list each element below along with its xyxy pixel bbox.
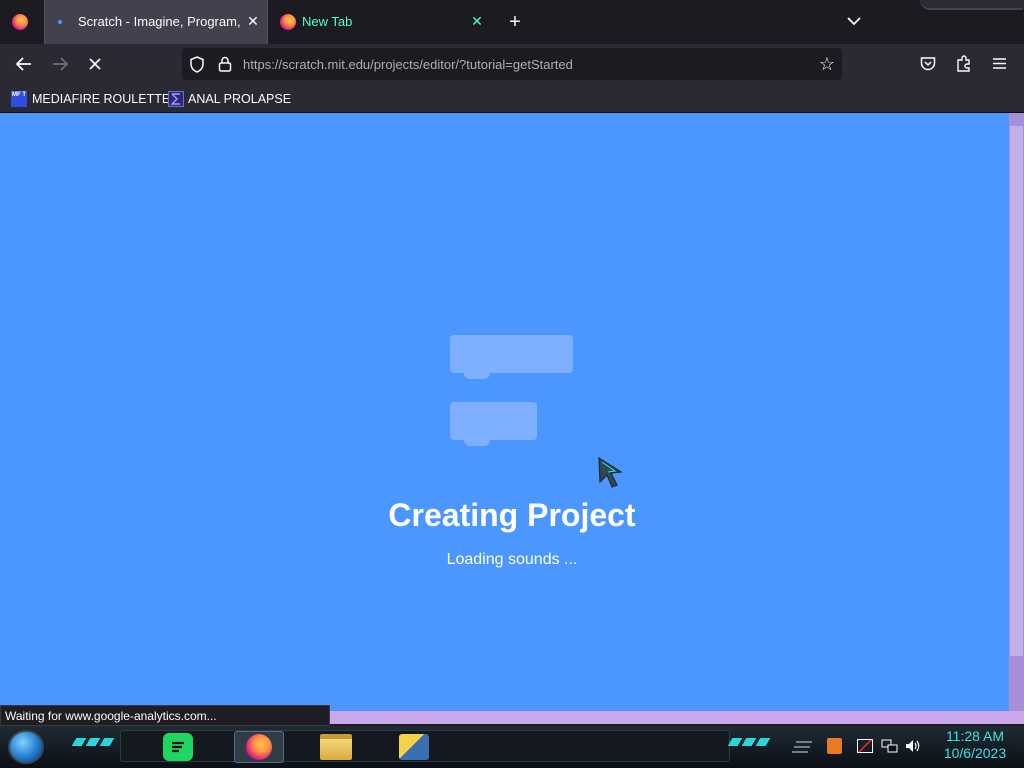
horizontal-scrollbar[interactable] bbox=[330, 711, 1024, 724]
taskbar-file-explorer[interactable] bbox=[316, 731, 356, 763]
taskbar-python-app[interactable] bbox=[392, 731, 436, 763]
volume-tray-icon[interactable] bbox=[904, 738, 922, 754]
vertical-scrollbar-thumb[interactable] bbox=[1010, 126, 1023, 656]
loading-dot-icon bbox=[58, 20, 62, 24]
close-tab-icon[interactable]: ✕ bbox=[245, 13, 261, 29]
bookmark-star-icon[interactable]: ☆ bbox=[817, 54, 837, 74]
lock-icon[interactable] bbox=[218, 56, 232, 72]
tab-new-tab[interactable]: New Tab ✕ bbox=[270, 0, 492, 44]
network-tray-icon[interactable] bbox=[880, 738, 898, 754]
system-clock[interactable]: 11:28 AM 10/6/2023 bbox=[930, 728, 1020, 762]
status-panel: Waiting for www.google-analytics.com... bbox=[0, 705, 330, 726]
list-all-tabs-chevron-icon[interactable] bbox=[846, 15, 862, 27]
firefox-taskbar-icon bbox=[246, 734, 272, 760]
taskbar-decoration-right bbox=[727, 738, 773, 746]
java-tray-icon[interactable] bbox=[827, 738, 842, 754]
flag-alert-tray-icon[interactable] bbox=[857, 739, 873, 753]
python-shell-icon bbox=[399, 734, 429, 760]
loading-status-text: Loading sounds ... bbox=[446, 551, 578, 568]
menu-hamburger-icon[interactable] bbox=[992, 57, 1007, 70]
clock-date: 10/6/2023 bbox=[943, 745, 1007, 761]
sigma-favicon-icon bbox=[168, 90, 184, 107]
bookmark-anal-prolapse[interactable]: ANAL PROLAPSE bbox=[168, 89, 291, 108]
mediafire-favicon-icon: MF T bbox=[11, 90, 27, 107]
start-orb-icon[interactable] bbox=[8, 730, 44, 764]
taskbar-spotify[interactable] bbox=[158, 731, 198, 763]
spotify-icon bbox=[163, 733, 193, 761]
loading-block-bottom-notch bbox=[464, 438, 490, 446]
tab-title: New Tab bbox=[302, 14, 353, 29]
folder-icon bbox=[320, 734, 352, 760]
new-tab-plus-icon[interactable]: + bbox=[505, 11, 525, 33]
desktop-lines-icon[interactable] bbox=[792, 740, 814, 754]
pocket-icon[interactable] bbox=[920, 56, 936, 71]
firefox-menu-icon[interactable] bbox=[12, 14, 28, 30]
bookmark-label: MEDIAFIRE ROULETTER bbox=[32, 91, 180, 106]
taskbar-firefox[interactable] bbox=[234, 731, 284, 763]
back-arrow-icon[interactable] bbox=[15, 56, 33, 72]
loading-title: Creating Project bbox=[388, 497, 636, 533]
clock-time: 11:28 AM bbox=[945, 728, 1005, 744]
stop-loading-icon[interactable] bbox=[88, 57, 102, 71]
firefox-tab-icon bbox=[280, 14, 296, 30]
extensions-puzzle-icon[interactable] bbox=[956, 55, 972, 72]
shield-icon[interactable] bbox=[189, 56, 205, 73]
close-tab-icon[interactable]: ✕ bbox=[469, 13, 485, 29]
mouse-cursor-icon bbox=[598, 456, 623, 488]
url-text[interactable]: https://scratch.mit.edu/projects/editor/… bbox=[243, 57, 573, 72]
bookmark-label: ANAL PROLAPSE bbox=[188, 91, 292, 106]
loading-block-top bbox=[450, 335, 573, 373]
taskbar-decoration-left bbox=[71, 738, 119, 746]
forward-arrow-icon[interactable] bbox=[51, 56, 69, 72]
tab-title: Scratch - Imagine, Program, Sh bbox=[78, 14, 241, 29]
loading-block-top-notch bbox=[464, 371, 490, 379]
loading-block-bottom bbox=[450, 402, 537, 440]
bookmark-mediafire-rouletter[interactable]: MF T MEDIAFIRE ROULETTER bbox=[11, 89, 179, 108]
tab-scratch[interactable]: Scratch - Imagine, Program, Sh ✕ bbox=[44, 0, 268, 44]
titlebar-decoration bbox=[920, 0, 1024, 10]
